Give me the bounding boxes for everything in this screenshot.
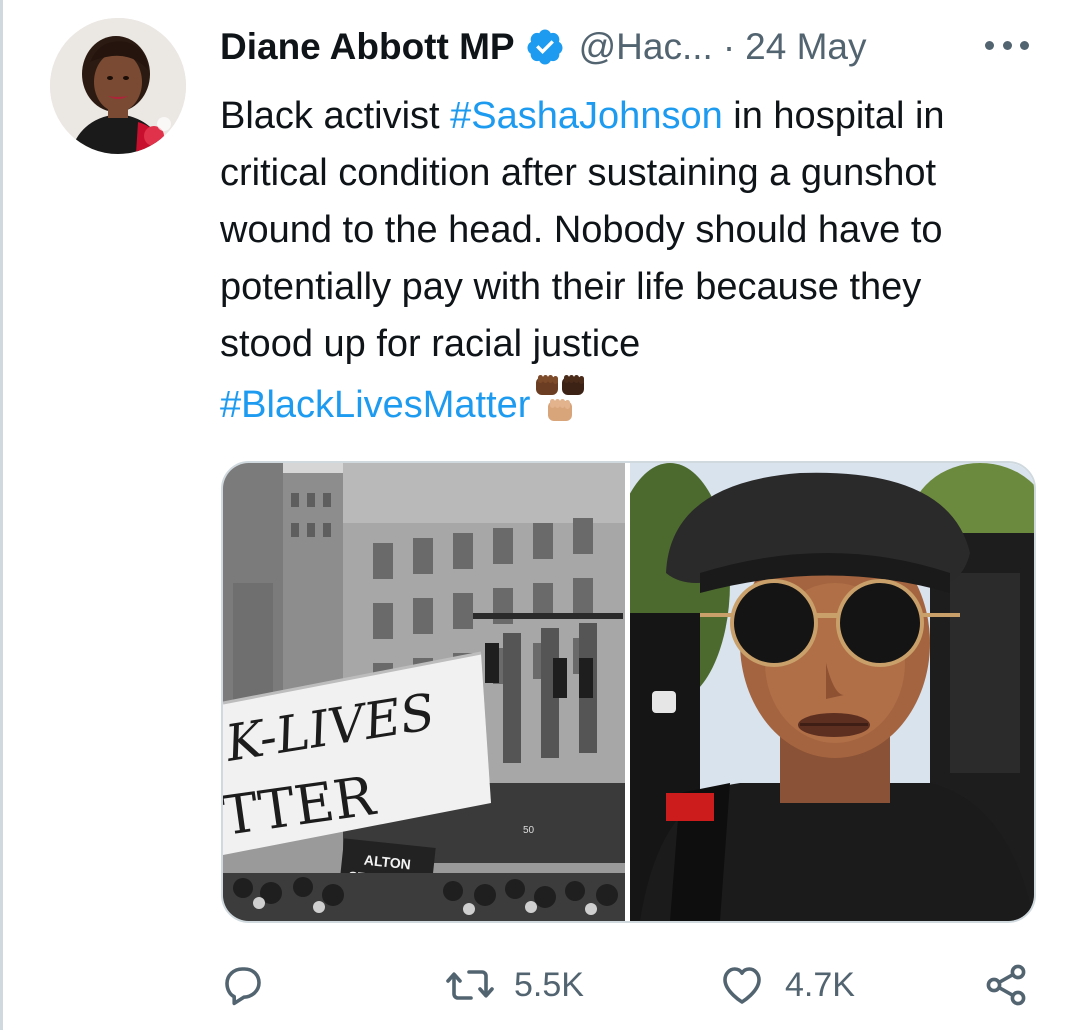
author-handle[interactable]: @Hac... [579, 26, 713, 68]
avatar-photo [50, 18, 186, 154]
more-options-icon[interactable] [985, 30, 1029, 60]
raised-fists-emoji-icon [532, 373, 590, 442]
tweet-date[interactable]: 24 May [745, 26, 866, 68]
share-button[interactable] [982, 950, 1030, 1020]
tweet-header: Diane Abbott MP @Hac... · 24 May [220, 22, 866, 72]
header-separator: · [722, 26, 736, 67]
protest-photo[interactable]: 50 K-LIVES TTER ALTON STERLING [223, 463, 625, 921]
author-avatar[interactable] [50, 18, 186, 154]
hashtag-link[interactable]: #SashaJohnson [450, 95, 723, 137]
verified-badge-icon [525, 27, 565, 67]
reply-button[interactable] [219, 950, 267, 1020]
tweet-text-segment: Black activist [220, 95, 451, 137]
street-number-text: 50 [523, 825, 535, 836]
tweet-line-3: wound to the head. Nobody should have to [220, 209, 943, 251]
tweet-line-5: stood up for racial justice [220, 323, 641, 365]
timeline-border [0, 0, 3, 1030]
tweet-body: Black activist #SashaJohnson in hospital… [220, 88, 1050, 442]
tweet-text-segment: in hospital in [722, 95, 945, 137]
share-icon [986, 964, 1026, 1006]
like-count: 4.7K [785, 965, 855, 1004]
tweet-line-1: Black activist #SashaJohnson in hospital… [220, 88, 1050, 145]
tweet-line-6: #BlackLivesMatter [220, 373, 1050, 442]
like-button[interactable]: 4.7K [717, 950, 855, 1020]
tweet-action-bar: 5.5K 4.7K [0, 950, 1080, 1020]
hashtag-link[interactable]: #BlackLivesMatter [220, 384, 530, 426]
heart-icon [723, 967, 761, 1004]
portrait-photo[interactable] [630, 463, 1034, 921]
author-name[interactable]: Diane Abbott MP [220, 26, 515, 68]
retweet-count: 5.5K [514, 965, 584, 1004]
retweet-icon [446, 970, 494, 1000]
reply-icon [225, 967, 261, 1006]
retweet-button[interactable]: 5.5K [444, 950, 584, 1020]
tweet-line-2: critical condition after sustaining a gu… [220, 152, 937, 194]
tweet-media-grid[interactable]: 50 K-LIVES TTER ALTON STERLING [221, 461, 1036, 923]
tweet-line-4: potentially pay with their life because … [220, 266, 922, 308]
